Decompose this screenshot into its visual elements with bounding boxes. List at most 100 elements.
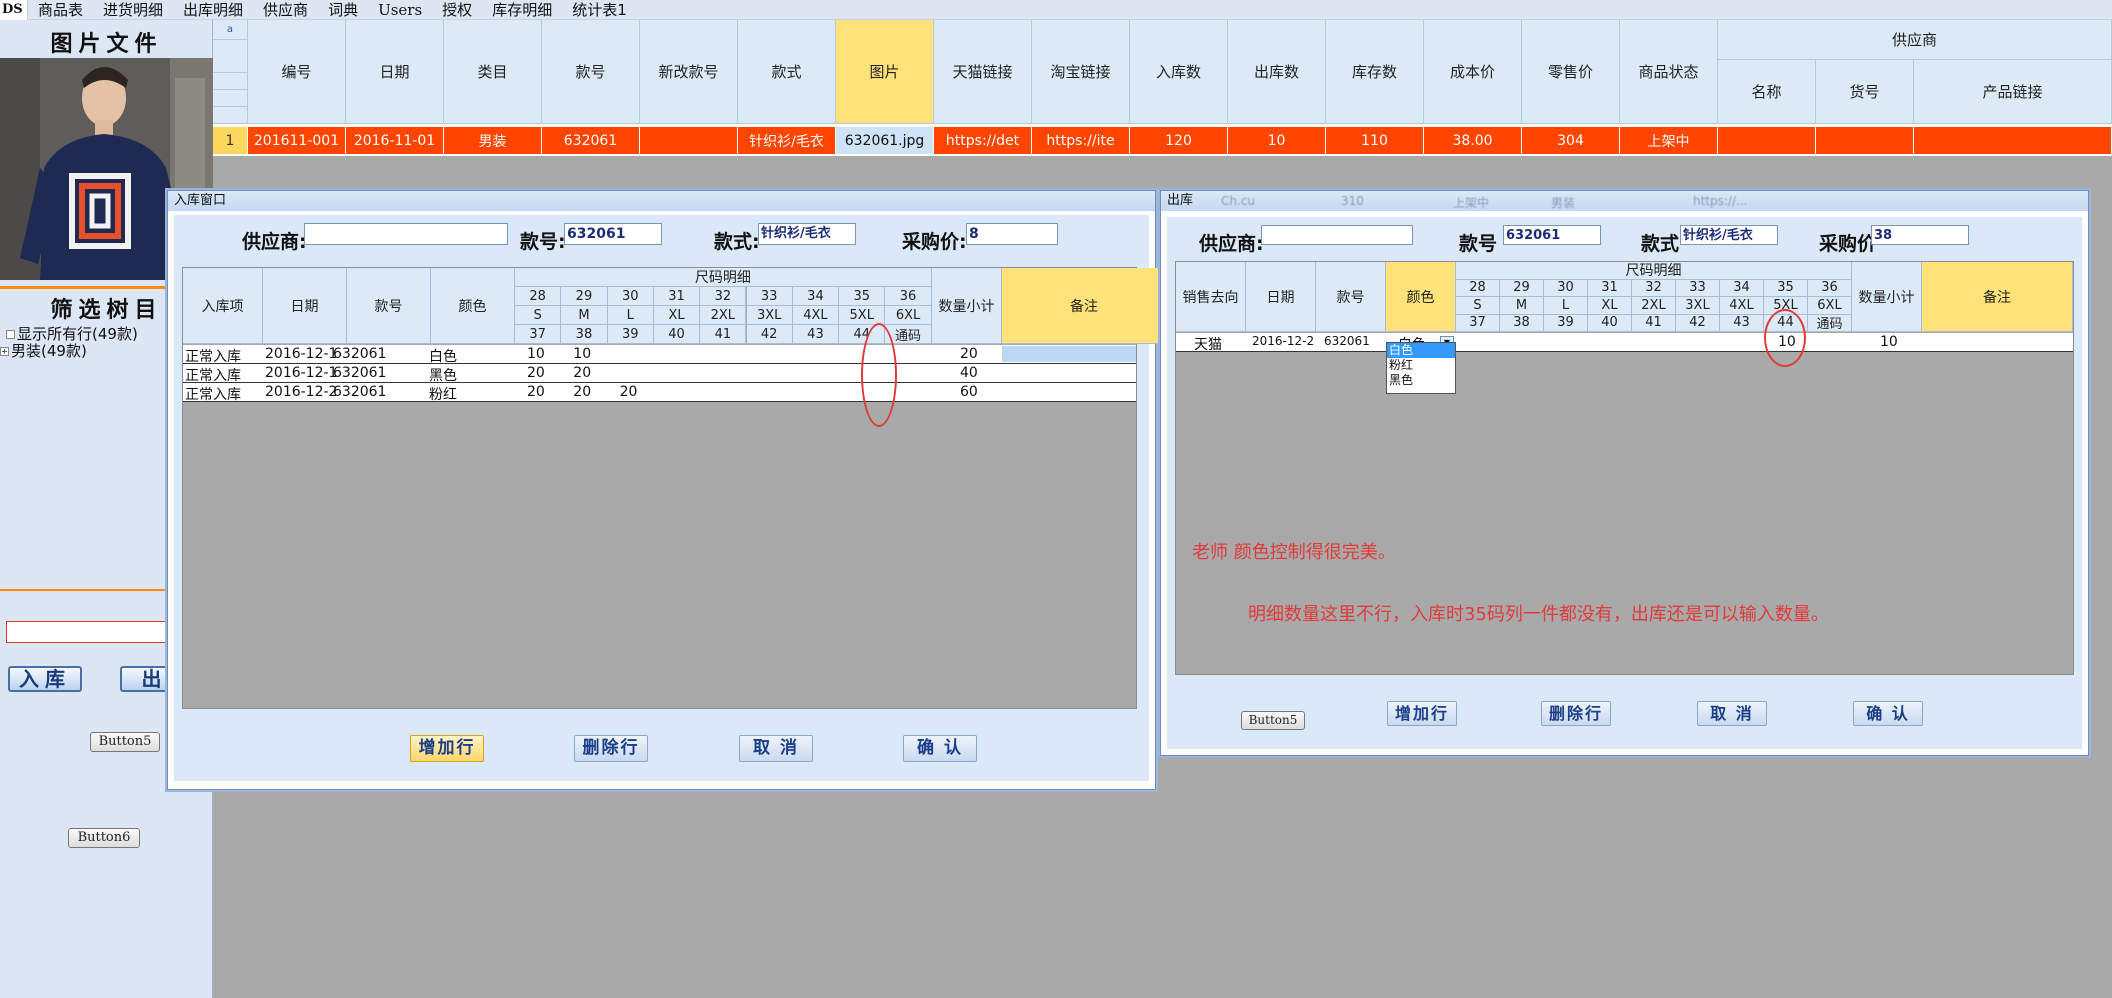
data-cell-new-style-no[interactable] [640,127,738,154]
in-remark-header[interactable]: 备注 [1002,268,1167,344]
in-cancel-button[interactable]: 取 消 [739,735,813,762]
data-cell-style-no[interactable]: 632061 [542,127,640,154]
out-col-header[interactable]: 款号 [1316,262,1386,332]
row-index[interactable]: 1 [213,127,248,154]
out-size-header[interactable]: XL [1588,297,1632,315]
menu-item-authorization[interactable]: 授权 [432,1,482,19]
out-size-header[interactable]: 32 [1632,279,1676,297]
data-cell-date[interactable]: 2016-11-01 [346,127,444,154]
button5[interactable]: Button5 [90,732,160,752]
in-size-header[interactable]: 34 [792,287,840,306]
menu-item-suppliers[interactable]: 供应商 [253,1,318,19]
header-out-qty[interactable]: 出库数 [1228,20,1326,124]
in-cell-size[interactable]: 10 [573,346,591,362]
header-tmall-link[interactable]: 天猫链接 [934,20,1032,124]
in-size-header[interactable]: 36 [885,287,932,306]
out-add-row-button[interactable]: 增加行 [1387,701,1457,726]
in-size-header[interactable]: 31 [653,287,701,306]
header-taobao-link[interactable]: 淘宝链接 [1032,20,1130,124]
in-size-header[interactable]: 37 [515,325,562,344]
in-cell-qty[interactable]: 20 [960,346,978,362]
out-style-input[interactable]: 针织衫/毛衣 [1680,225,1778,245]
out-size-header[interactable]: 33 [1676,279,1720,297]
out-size-header[interactable]: 4XL [1720,297,1764,315]
data-cell-retail-price[interactable]: 304 [1522,127,1620,154]
out-size-header[interactable]: 34 [1720,279,1764,297]
data-cell-supplier-name[interactable] [1718,127,1816,154]
in-size-header[interactable]: L [607,306,654,325]
in-cell-style-no[interactable]: 632061 [333,365,386,381]
out-size-header[interactable]: 2XL [1632,297,1676,315]
in-size-header[interactable]: 29 [561,287,608,306]
header-supplier-name[interactable]: 名称 [1718,60,1816,124]
in-style-input[interactable]: 针织衫/毛衣 [758,223,856,245]
in-cell-size[interactable]: 20 [527,384,545,400]
in-size-header[interactable]: 41 [700,325,747,344]
in-qty-header[interactable]: 数量小计 [932,268,1002,344]
out-size-header[interactable]: 38 [1500,314,1544,332]
header-code[interactable]: 编号 [248,20,346,124]
menu-item-users[interactable]: Users [368,1,432,19]
in-size-header[interactable]: 33 [746,287,793,306]
out-col-header[interactable]: 颜色 [1386,262,1456,332]
data-cell-code[interactable]: 201611-001 [248,127,346,154]
in-col-header[interactable]: 日期 [263,268,347,344]
out-remark-header[interactable]: 备注 [1922,262,2073,332]
in-size-header[interactable]: 35 [839,287,886,306]
out-size-header[interactable]: L [1544,297,1588,315]
in-size-header[interactable]: 39 [607,325,654,344]
header-retail-price[interactable]: 零售价 [1522,20,1620,124]
in-stock-button[interactable]: 入库 [8,666,82,692]
data-cell-tmall-link[interactable]: https://det [934,127,1032,154]
menu-item-purchase-details[interactable]: 进货明细 [93,1,173,19]
in-cell-size[interactable]: 20 [573,365,591,381]
out-col-header[interactable]: 销售去向 [1176,262,1246,332]
in-cell-color[interactable]: 白色 [429,346,457,366]
header-date[interactable]: 日期 [346,20,444,124]
data-cell-out-qty[interactable]: 10 [1228,127,1326,154]
header-supplier-item-no[interactable]: 货号 [1816,60,1914,124]
in-remark-cell-selected[interactable] [1002,346,1136,362]
in-size-header[interactable]: 28 [515,287,562,306]
in-size-header[interactable]: 32 [700,287,747,306]
data-cell-cost-price[interactable]: 38.00 [1424,127,1522,154]
in-size-header[interactable]: 3XL [746,306,793,325]
in-supplier-input[interactable] [304,223,508,245]
out-size-header[interactable]: 36 [1808,279,1852,297]
in-cell-style-no[interactable]: 632061 [333,346,386,362]
button6[interactable]: Button6 [68,828,140,848]
header-product-link[interactable]: 产品链接 [1914,60,2112,124]
out-size-header[interactable]: 41 [1632,314,1676,332]
in-size-header[interactable]: M [561,306,608,325]
in-delete-row-button[interactable]: 删除行 [574,735,648,762]
data-cell-in-qty[interactable]: 120 [1130,127,1228,154]
in-size-header[interactable]: XL [653,306,701,325]
dropdown-option-pink[interactable]: 粉红 [1387,358,1455,373]
in-size-header[interactable]: 2XL [700,306,747,325]
out-size-header[interactable]: M [1500,297,1544,315]
header-cost-price[interactable]: 成本价 [1424,20,1522,124]
header-category[interactable]: 类目 [444,20,542,124]
in-add-row-button[interactable]: 增加行 [410,735,484,762]
in-size-header[interactable]: 40 [653,325,701,344]
out-size-header[interactable]: 39 [1544,314,1588,332]
in-cell-size[interactable]: 20 [573,384,591,400]
out-style-no-input[interactable]: 632061 [1503,225,1601,245]
out-size-header[interactable]: S [1456,297,1500,315]
data-cell-product-link[interactable] [1914,127,2112,154]
grid-corner[interactable]: a [213,20,248,40]
out-cell-qty[interactable]: 10 [1880,334,1898,350]
color-dropdown-list[interactable]: 白色 粉红 黑色 [1386,342,1456,394]
in-cell-date[interactable]: 2016-12-2 [265,384,337,400]
in-cell-qty[interactable]: 40 [960,365,978,381]
menu-item-products[interactable]: 商品表 [28,1,93,19]
out-size-header[interactable]: 31 [1588,279,1632,297]
in-cell-size[interactable]: 10 [527,346,545,362]
dropdown-option-black[interactable]: 黑色 [1387,373,1455,388]
menu-item-outbound-details[interactable]: 出库明细 [173,1,253,19]
in-col-header[interactable]: 入库项 [183,268,263,344]
in-cell-size[interactable]: 20 [527,365,545,381]
header-new-style-no[interactable]: 新改款号 [640,20,738,124]
data-cell-image[interactable]: 632061.jpg [836,127,934,154]
out-size-header[interactable]: 40 [1588,314,1632,332]
